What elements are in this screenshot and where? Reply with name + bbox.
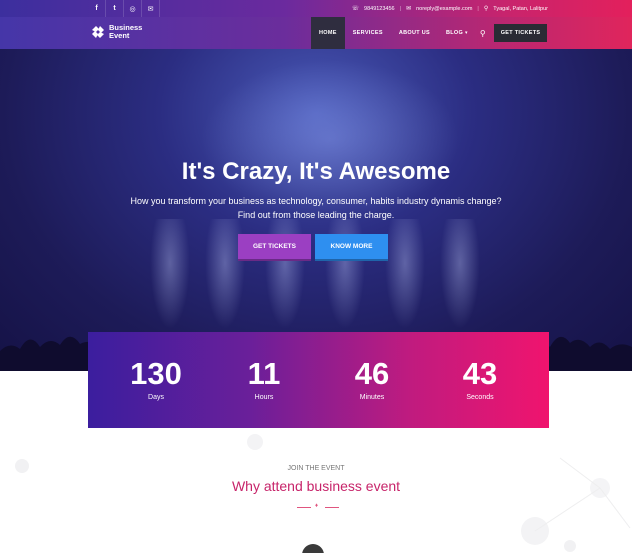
location-pin-icon: ⚲ — [483, 6, 489, 12]
instagram-icon[interactable]: ◎ — [124, 0, 142, 17]
mail-icon[interactable]: ✉ — [142, 0, 160, 17]
nav-blog[interactable]: BLOG ▾ — [438, 17, 476, 49]
why-attend-section: JOIN THE EVENT Why attend business event… — [0, 428, 632, 553]
nav-home[interactable]: HOME — [311, 17, 345, 49]
countdown-label: Seconds — [466, 394, 494, 401]
countdown-label: Hours — [254, 394, 274, 401]
caret-down-icon: ▾ — [465, 30, 468, 36]
phone-number[interactable]: 9849123456 — [364, 6, 395, 12]
logo-line2: Event — [109, 31, 130, 40]
email-icon: ✉ — [406, 6, 412, 12]
logo[interactable]: Business Event — [90, 24, 142, 40]
hero-subtitle: How you transform your business as techn… — [0, 194, 632, 222]
separator: | — [477, 5, 479, 12]
nav-about-us[interactable]: ABOUT US — [391, 17, 438, 49]
social-links: f t ◎ ✉ — [88, 0, 160, 17]
email-address[interactable]: noreply@example.com — [416, 6, 472, 12]
countdown-seconds: 43 Seconds — [430, 356, 530, 402]
countdown-value: 46 — [354, 356, 390, 391]
nav-menu: HOME SERVICES ABOUT US BLOG ▾ ⚲ GET TICK… — [311, 17, 548, 49]
separator: | — [399, 5, 402, 12]
logo-icon — [92, 26, 104, 38]
hero-section: It's Crazy, It's Awesome How you transfo… — [0, 49, 632, 371]
get-tickets-button[interactable]: GET TICKETS — [238, 234, 311, 259]
nav-services[interactable]: SERVICES — [345, 17, 391, 49]
countdown-timer: 130 Days 11 Hours 46 Minutes 43 Seconds — [88, 332, 549, 428]
facebook-icon[interactable]: f — [88, 0, 106, 17]
section-kicker: JOIN THE EVENT — [287, 465, 345, 472]
flame-icon: ♦ — [315, 503, 319, 509]
countdown-hours: 11 Hours — [214, 356, 314, 402]
contact-info: ☏ 9849123456 | ✉ noreply@example.com | ⚲… — [352, 0, 549, 17]
section-title: Why attend business event — [231, 478, 401, 494]
hero-subtitle-line2: Find out from those leading the charge. — [237, 210, 395, 220]
twitter-icon[interactable]: t — [106, 0, 124, 17]
countdown-value: 11 — [247, 356, 281, 391]
countdown-days: 130 Days — [106, 356, 206, 402]
top-bar: f t ◎ ✉ ☏ 9849123456 | ✉ noreply@example… — [0, 0, 632, 17]
countdown-minutes: 46 Minutes — [322, 356, 422, 402]
countdown-value: 130 — [130, 356, 182, 391]
search-icon[interactable]: ⚲ — [480, 29, 486, 38]
phone-icon: ☏ — [351, 6, 360, 12]
countdown-label: Days — [148, 394, 164, 401]
know-more-button[interactable]: KNOW MORE — [315, 234, 388, 259]
countdown-value: 43 — [462, 356, 498, 391]
logo-text: Business Event — [109, 24, 142, 40]
hero-title: It's Crazy, It's Awesome — [181, 158, 451, 185]
nav-blog-label: BLOG — [445, 30, 464, 36]
countdown-label: Minutes — [359, 394, 385, 401]
main-navbar: Business Event HOME SERVICES ABOUT US BL… — [0, 17, 632, 49]
title-divider: ♦ — [297, 503, 339, 510]
address: Tyagal, Patan, Lalitpur — [493, 5, 548, 12]
get-tickets-nav-button[interactable]: GET TICKETS — [493, 24, 548, 42]
hero-subtitle-line1: How you transform your business as techn… — [130, 196, 502, 206]
divider-line — [325, 506, 339, 508]
divider-line — [297, 506, 311, 508]
